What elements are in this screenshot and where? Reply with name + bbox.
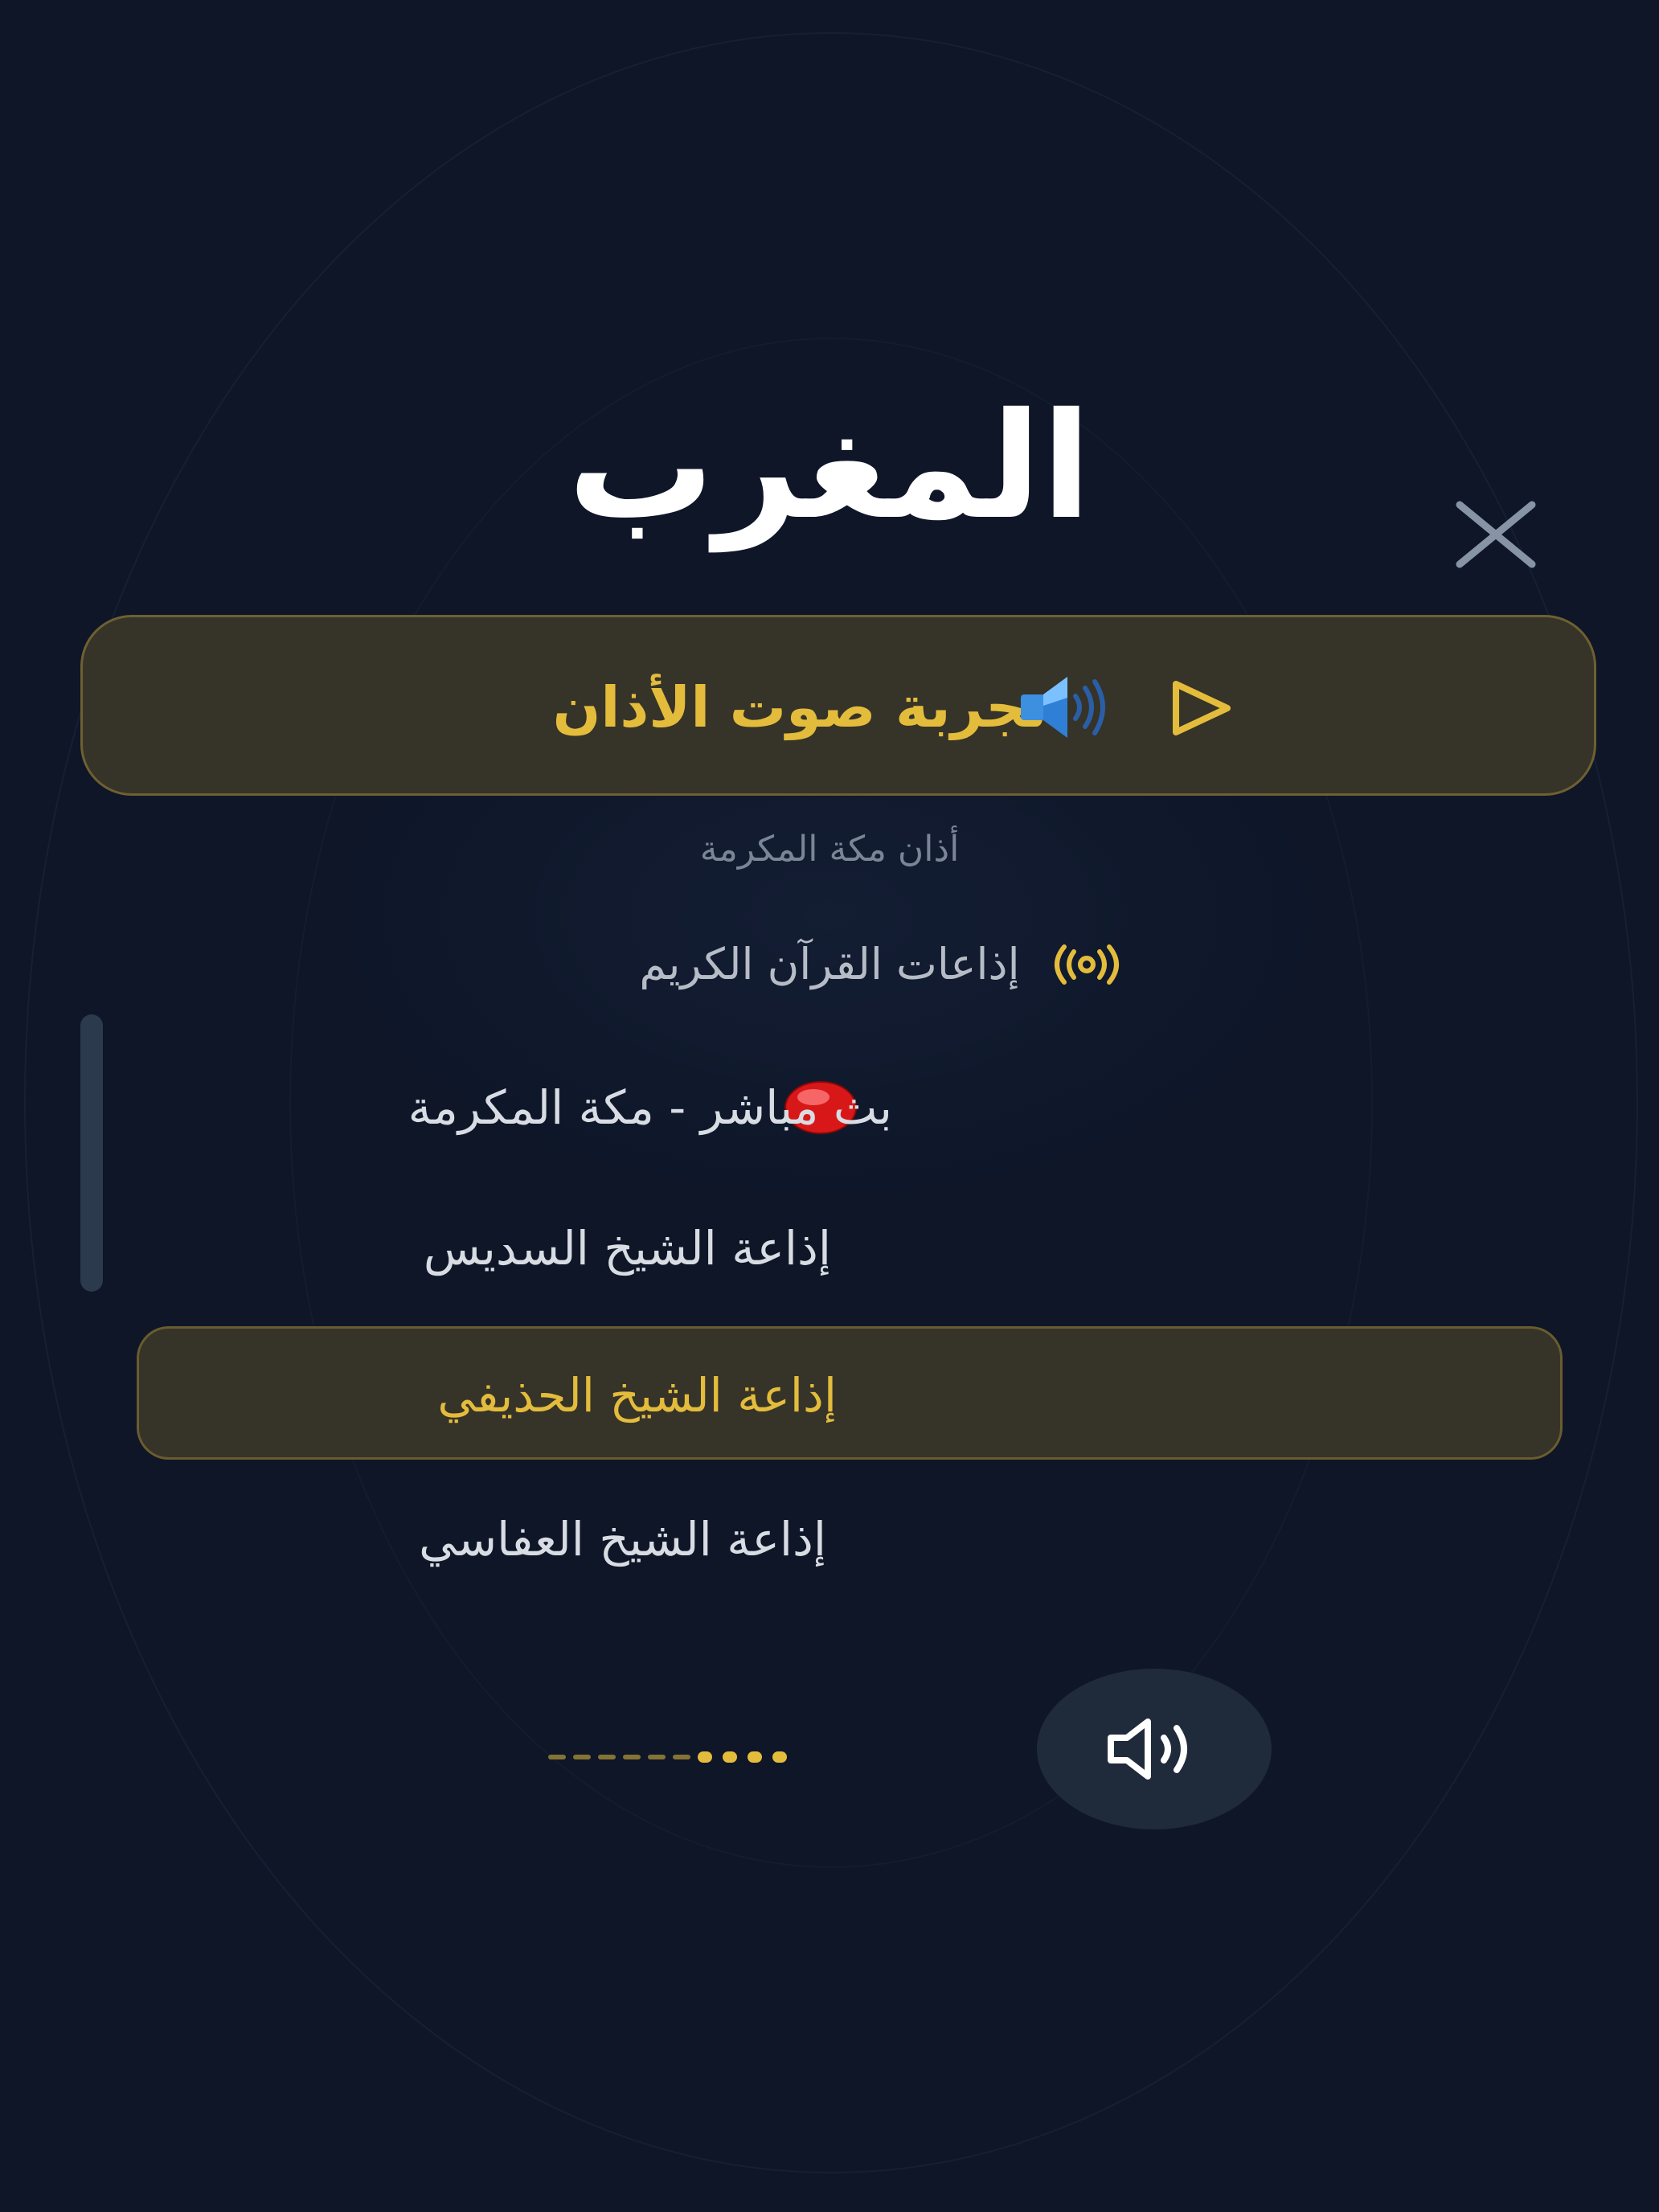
volume-button[interactable] <box>1037 1669 1272 1829</box>
volume-dot-empty <box>598 1755 616 1759</box>
radio-station-item-selected[interactable]: إذاعة الشيخ الحذيفي <box>137 1326 1563 1460</box>
play-icon[interactable] <box>1169 679 1234 737</box>
radio-station-label: إذاعة الشيخ السديس <box>423 1221 831 1276</box>
radio-station-label: إذاعة الشيخ العفاسي <box>419 1512 826 1567</box>
volume-dot-empty <box>623 1755 641 1759</box>
volume-dot-filled <box>772 1751 787 1763</box>
close-button[interactable] <box>1444 490 1548 579</box>
adhan-settings-screen: المغرب تجربة صوت الأذان أذان مكة المكرمة… <box>0 0 1659 2212</box>
volume-dot-empty <box>573 1755 591 1759</box>
volume-dot-empty <box>648 1755 666 1759</box>
radio-station-item[interactable]: بث مباشر - مكة المكرمة <box>137 1041 1563 1174</box>
test-adhan-label: تجربة صوت الأذان <box>552 674 1047 740</box>
radio-station-item[interactable]: إذاعة الشيخ السديس <box>137 1182 1563 1315</box>
volume-dot-empty <box>673 1755 690 1759</box>
prayer-title: المغرب <box>567 381 1092 551</box>
volume-dot-filled <box>698 1751 712 1763</box>
list-scrollbar[interactable] <box>80 1014 103 1292</box>
radio-station-item[interactable]: إذاعة الشيخ العفاسي <box>137 1473 1563 1606</box>
volume-dot-filled <box>748 1751 762 1763</box>
adhan-name: أذان مكة المكرمة <box>699 829 960 870</box>
radios-section-title: إذاعات القرآن الكريم <box>639 939 1020 989</box>
volume-dot-filled <box>723 1751 737 1763</box>
speaker-high-volume-emoji-icon <box>1021 677 1105 738</box>
radio-station-label: بث مباشر - مكة المكرمة <box>408 1080 892 1135</box>
radio-broadcast-icon <box>1055 944 1119 985</box>
test-adhan-button[interactable]: تجربة صوت الأذان <box>80 615 1596 796</box>
volume-level-indicator[interactable] <box>543 1747 801 1767</box>
volume-icon <box>1108 1718 1187 1780</box>
volume-dot-empty <box>548 1755 566 1759</box>
radio-station-label: إذاعة الشيخ الحذيفي <box>437 1368 837 1423</box>
radios-section-header: إذاعات القرآن الكريم <box>0 928 1659 1001</box>
close-icon <box>1456 501 1536 568</box>
